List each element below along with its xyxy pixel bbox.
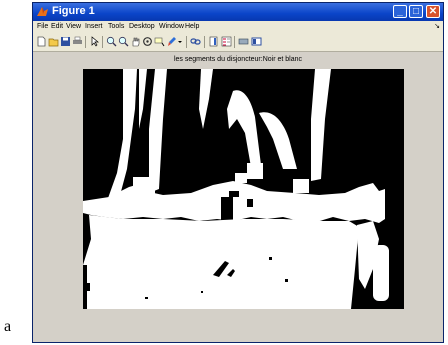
menu-help[interactable]: Help [185,23,199,30]
menu-desktop[interactable]: Desktop [129,23,155,30]
edit-plot-arrow-icon[interactable] [89,36,100,47]
pan-hand-icon[interactable] [130,36,141,47]
menu-window[interactable]: Window [159,23,184,30]
close-button[interactable]: ✕ [426,5,440,18]
menubar-dock-arrow-icon[interactable]: ↘ [434,22,440,30]
brush-icon[interactable] [166,36,177,47]
minimize-button[interactable]: _ [393,5,407,18]
zoom-in-icon[interactable] [106,36,117,47]
toolbar-separator [102,36,103,48]
print-icon[interactable] [72,36,83,47]
title-bar[interactable]: Figure 1 _ □ ✕ [33,3,443,21]
show-plot-tools-icon[interactable] [251,36,262,47]
brush-dropdown-icon[interactable] [177,36,183,47]
toolbar-separator [85,36,86,48]
hide-plot-tools-icon[interactable] [238,36,249,47]
plot-title: les segments du disjoncteur:Noir et blan… [173,56,302,63]
link-icon[interactable] [190,36,201,47]
zoom-out-icon[interactable] [118,36,129,47]
matlab-app-icon [37,7,48,16]
window-title: Figure 1 [52,5,95,17]
colorbar-icon[interactable] [208,36,219,47]
figure-toolbar [33,33,443,52]
menu-tools[interactable]: Tools [108,23,124,30]
menu-edit[interactable]: Edit [51,23,63,30]
save-icon[interactable] [60,36,71,47]
menu-insert[interactable]: Insert [85,23,103,30]
open-folder-icon[interactable] [48,36,59,47]
toolbar-separator [186,36,187,48]
toolbar-separator [234,36,235,48]
figure-window: Figure 1 _ □ ✕ File Edit View Insert Too… [32,2,444,343]
toolbar-separator [204,36,205,48]
rotate-3d-icon[interactable] [142,36,153,47]
menu-bar: File Edit View Insert Tools Desktop Wind… [33,21,443,33]
legend-icon[interactable] [221,36,232,47]
new-file-icon[interactable] [36,36,47,47]
maximize-button[interactable]: □ [409,5,423,18]
binary-image-axes [83,69,404,309]
data-cursor-icon[interactable] [154,36,165,47]
menu-view[interactable]: View [66,23,81,30]
figure-caption-letter: a [4,318,12,335]
menu-file[interactable]: File [37,23,48,30]
